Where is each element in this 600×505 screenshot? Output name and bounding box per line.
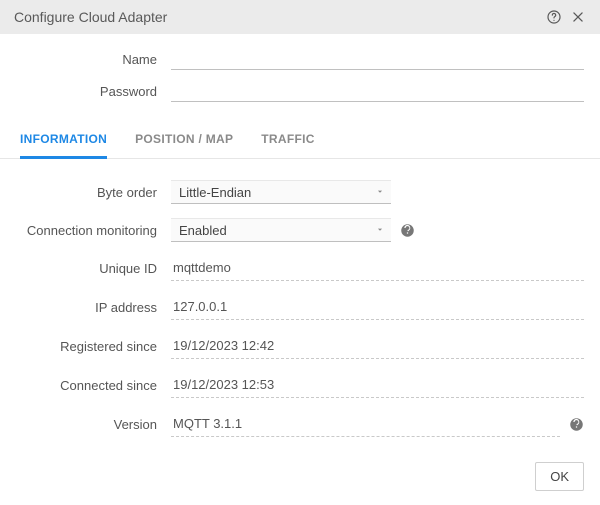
titlebar: Configure Cloud Adapter bbox=[0, 0, 600, 34]
footer: OK bbox=[0, 452, 600, 505]
tab-traffic[interactable]: TRAFFIC bbox=[261, 122, 314, 159]
version-value: MQTT 3.1.1 bbox=[171, 412, 560, 437]
conn-mon-value: Enabled bbox=[179, 223, 227, 238]
top-form: Name Password bbox=[0, 34, 600, 120]
dialog: Configure Cloud Adapter Name Password bbox=[0, 0, 600, 505]
name-input[interactable] bbox=[171, 48, 584, 70]
connected-value: 19/12/2023 12:53 bbox=[171, 373, 584, 398]
help-icon[interactable] bbox=[542, 5, 566, 29]
dialog-title: Configure Cloud Adapter bbox=[14, 9, 542, 25]
conn-mon-help-icon[interactable] bbox=[399, 222, 415, 238]
ip-value: 127.0.0.1 bbox=[171, 295, 584, 320]
registered-value: 19/12/2023 12:42 bbox=[171, 334, 584, 359]
tab-position-map[interactable]: POSITION / MAP bbox=[135, 122, 233, 159]
byte-order-select[interactable]: Little-Endian bbox=[171, 180, 391, 204]
password-label: Password bbox=[16, 84, 171, 99]
version-help-icon[interactable] bbox=[568, 417, 584, 433]
close-icon[interactable] bbox=[566, 5, 590, 29]
version-label: Version bbox=[16, 417, 171, 432]
chevron-down-icon bbox=[375, 223, 385, 238]
byte-order-label: Byte order bbox=[16, 185, 171, 200]
conn-mon-select[interactable]: Enabled bbox=[171, 218, 391, 242]
unique-id-value: mqttdemo bbox=[171, 256, 584, 281]
byte-order-value: Little-Endian bbox=[179, 185, 251, 200]
tabs: INFORMATION POSITION / MAP TRAFFIC bbox=[0, 122, 600, 159]
registered-label: Registered since bbox=[16, 339, 171, 354]
unique-id-label: Unique ID bbox=[16, 261, 171, 276]
chevron-down-icon bbox=[375, 185, 385, 200]
conn-mon-label: Connection monitoring bbox=[16, 223, 171, 238]
ip-label: IP address bbox=[16, 300, 171, 315]
ok-button[interactable]: OK bbox=[535, 462, 584, 491]
tab-information[interactable]: INFORMATION bbox=[20, 122, 107, 159]
info-panel: Byte order Little-Endian Connection moni… bbox=[0, 159, 600, 452]
password-input[interactable] bbox=[171, 80, 584, 102]
name-label: Name bbox=[16, 52, 171, 67]
connected-label: Connected since bbox=[16, 378, 171, 393]
